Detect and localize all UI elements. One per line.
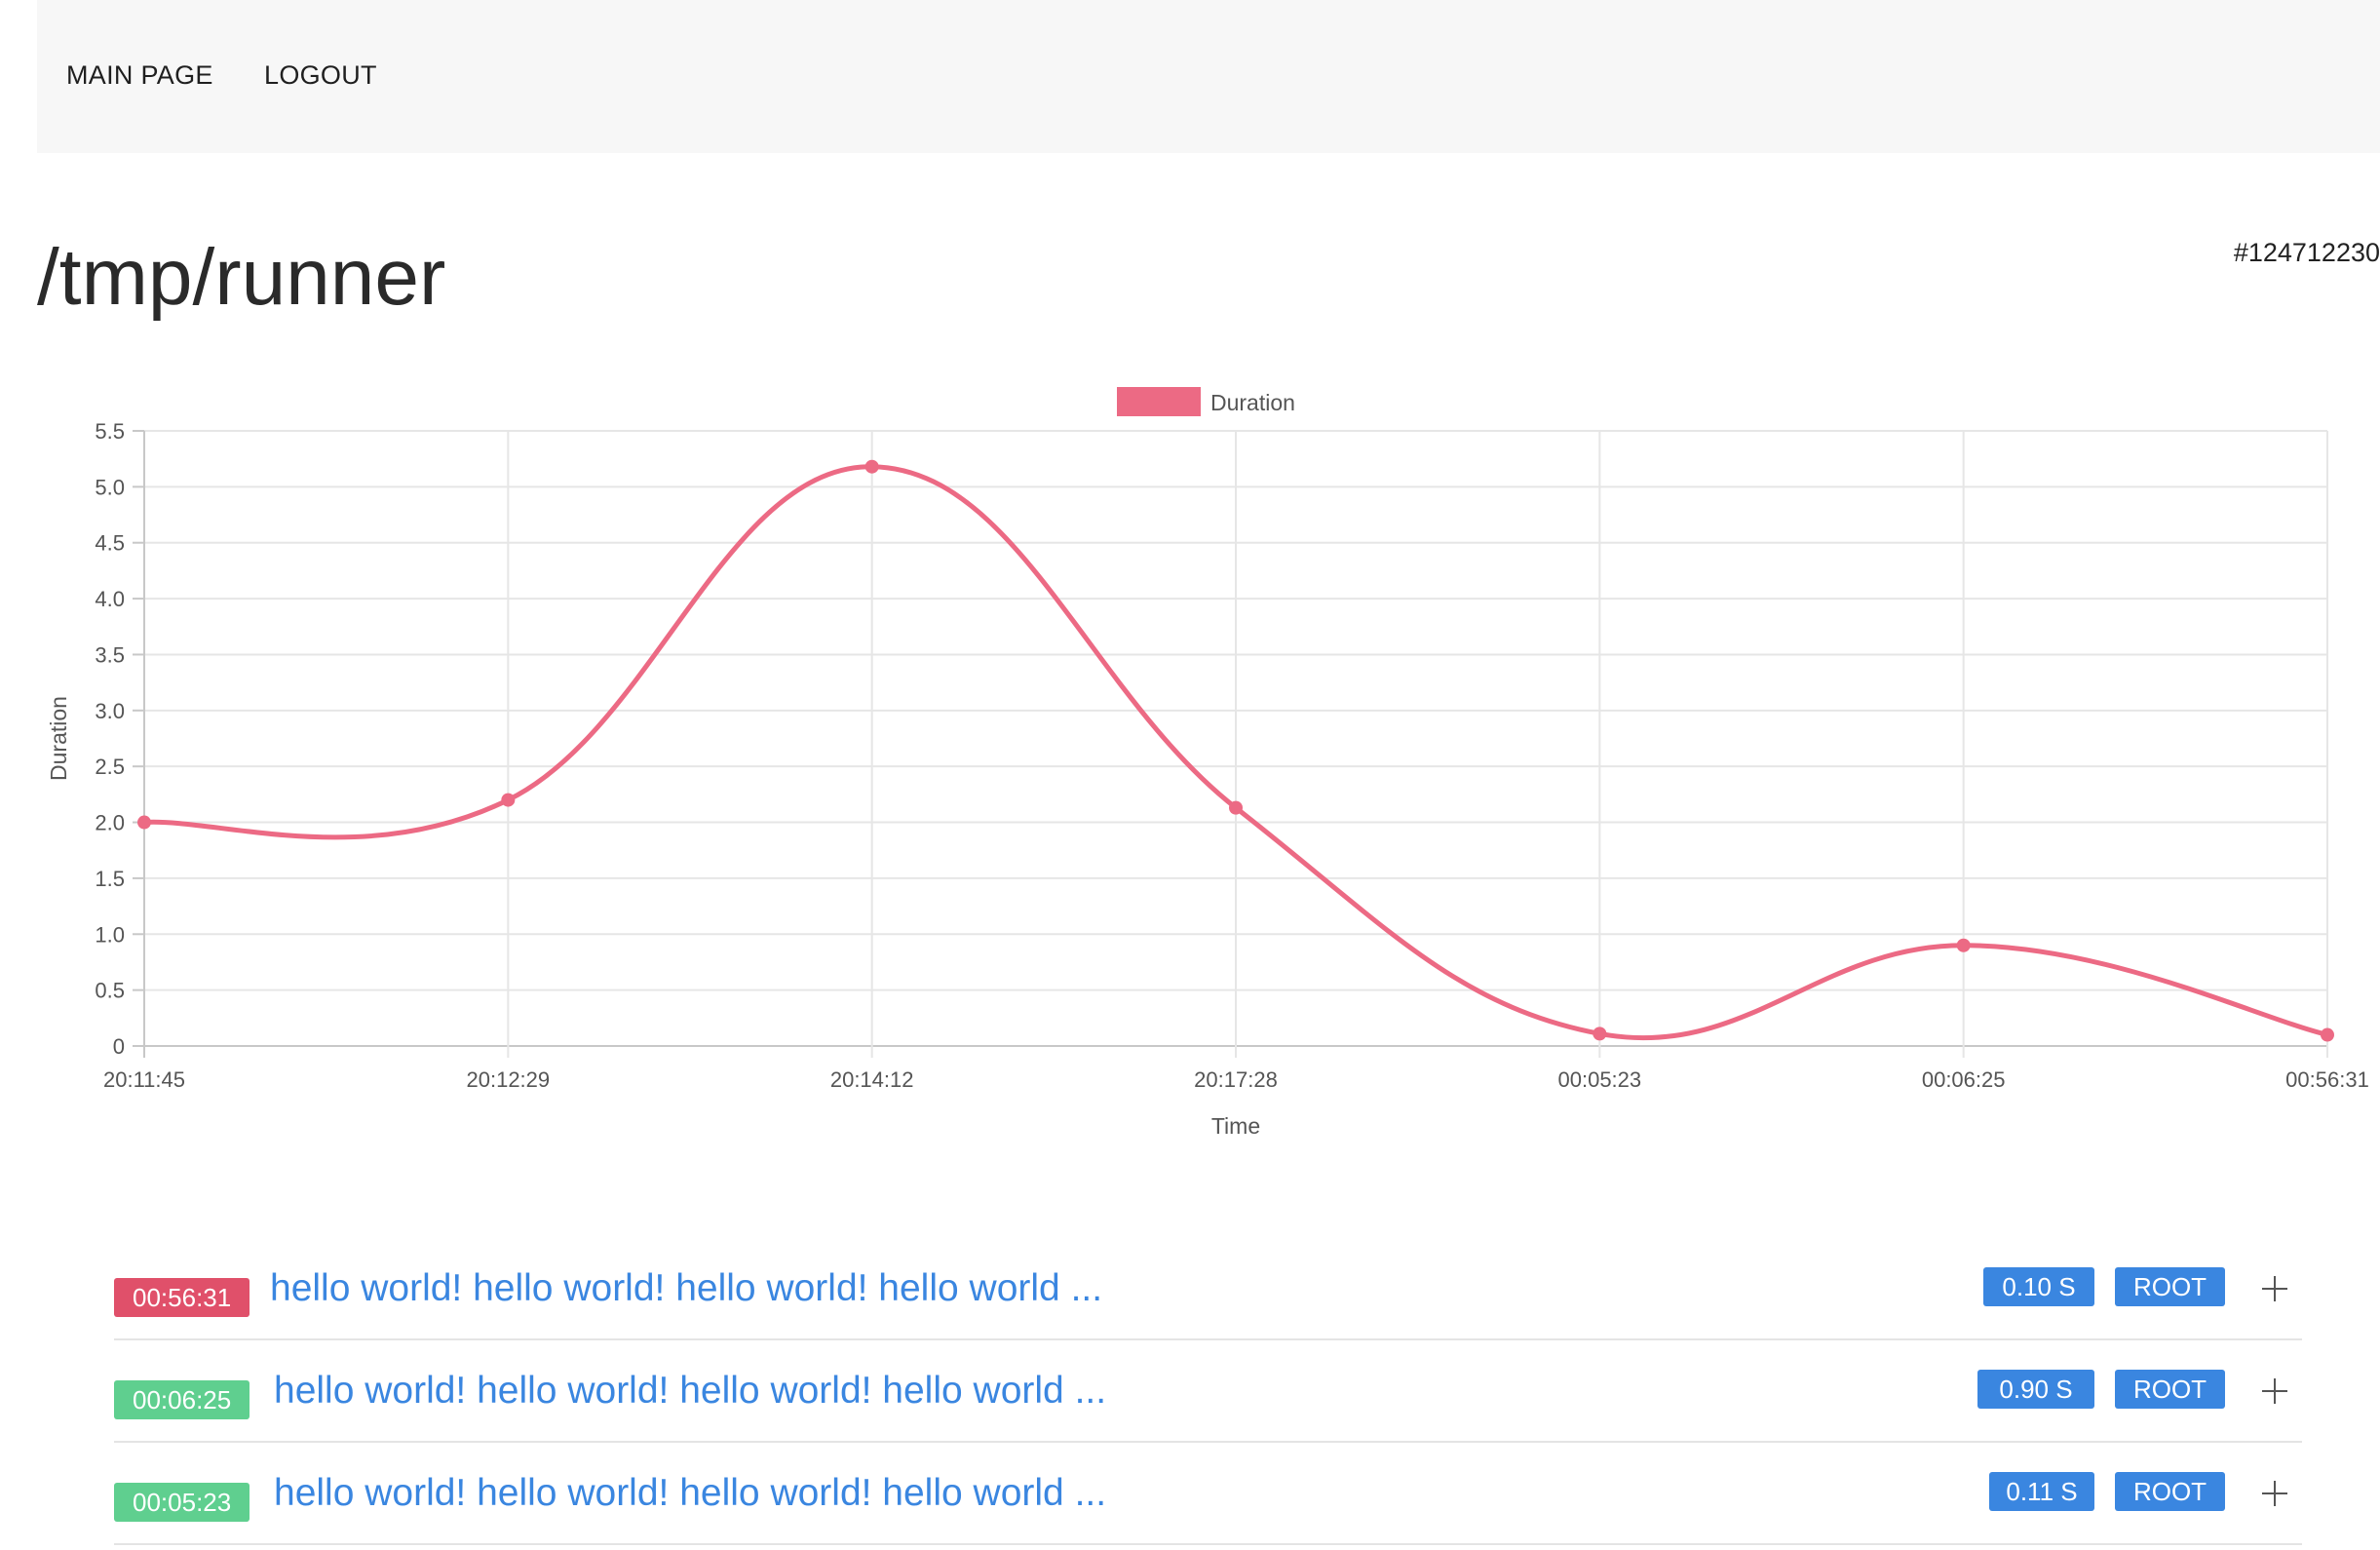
nav-main-page-link[interactable]: MAIN PAGE <box>66 60 213 91</box>
run-duration-badge: 0.10 S <box>1983 1267 2094 1306</box>
x-tick-label: 00:56:31 <box>2285 1067 2369 1092</box>
run-message-link[interactable]: hello world! hello world! hello world! h… <box>274 1370 1106 1413</box>
y-tick-label: 5.5 <box>95 419 125 444</box>
y-axis-label: Duration <box>46 696 71 781</box>
x-tick-label: 00:05:23 <box>1558 1067 1642 1092</box>
legend-swatch <box>1117 387 1201 416</box>
data-point <box>2321 1027 2334 1042</box>
run-row[interactable]: 00:56:31 hello world! hello world! hello… <box>114 1238 2302 1340</box>
run-user-badge: ROOT <box>2115 1267 2225 1306</box>
y-tick-label: 5.0 <box>95 475 125 499</box>
run-user-badge: ROOT <box>2115 1370 2225 1409</box>
y-tick-label: 1.5 <box>95 867 125 891</box>
run-message-link[interactable]: hello world! hello world! hello world! h… <box>274 1472 1106 1515</box>
run-row[interactable]: 00:06:25 hello world! hello world! hello… <box>114 1340 2302 1443</box>
run-time-badge: 00:05:23 <box>114 1483 250 1522</box>
y-tick-label: 2.0 <box>95 811 125 835</box>
legend-label: Duration <box>1210 390 1295 415</box>
run-list: 00:56:31 hello world! hello world! hello… <box>114 1238 2302 1545</box>
x-tick-label: 20:11:45 <box>103 1067 185 1092</box>
data-point <box>864 459 879 474</box>
data-point <box>137 815 151 830</box>
run-duration-badge: 0.90 S <box>1977 1370 2094 1409</box>
expand-plus-icon[interactable] <box>2259 1376 2290 1407</box>
top-navbar: MAIN PAGE LOGOUT <box>37 0 2380 153</box>
expand-plus-icon[interactable] <box>2259 1273 2290 1304</box>
data-point <box>1229 800 1243 815</box>
y-tick-label: 3.0 <box>95 699 125 723</box>
data-point <box>501 793 516 807</box>
run-row[interactable]: 00:05:23 hello world! hello world! hello… <box>114 1443 2302 1545</box>
run-duration-badge: 0.11 S <box>1989 1472 2094 1511</box>
run-message-link[interactable]: hello world! hello world! hello world! h… <box>270 1267 1102 1310</box>
y-tick-label: 3.5 <box>95 642 125 667</box>
run-time-badge: 00:06:25 <box>114 1380 250 1419</box>
run-time-badge: 00:56:31 <box>114 1278 250 1317</box>
page-title: /tmp/runner <box>37 233 446 322</box>
y-tick-label: 0 <box>113 1034 125 1059</box>
expand-plus-icon[interactable] <box>2259 1478 2290 1509</box>
data-point <box>1593 1027 1607 1041</box>
x-tick-label: 20:12:29 <box>467 1067 551 1092</box>
nav-logout-link[interactable]: LOGOUT <box>264 60 377 91</box>
data-point <box>1956 938 1971 952</box>
duration-chart: 0 0.5 1.0 1.5 2.0 2.5 3.0 3.5 4.0 4.5 5.0 5.5 20:11:… <box>46 387 2369 1139</box>
run-user-badge: ROOT <box>2115 1472 2225 1511</box>
x-tick-label: 20:14:12 <box>830 1067 914 1092</box>
x-tick-label: 20:17:28 <box>1194 1067 1278 1092</box>
y-tick-label: 2.5 <box>95 755 125 779</box>
y-tick-label: 4.5 <box>95 531 125 556</box>
y-tick-label: 1.0 <box>95 922 125 947</box>
x-axis-label: Time <box>1211 1113 1260 1139</box>
y-tick-label: 0.5 <box>95 979 125 1003</box>
x-tick-label: 00:06:25 <box>1922 1067 2006 1092</box>
run-id-label: #124712230 <box>2233 238 2380 267</box>
y-tick-label: 4.0 <box>95 587 125 611</box>
